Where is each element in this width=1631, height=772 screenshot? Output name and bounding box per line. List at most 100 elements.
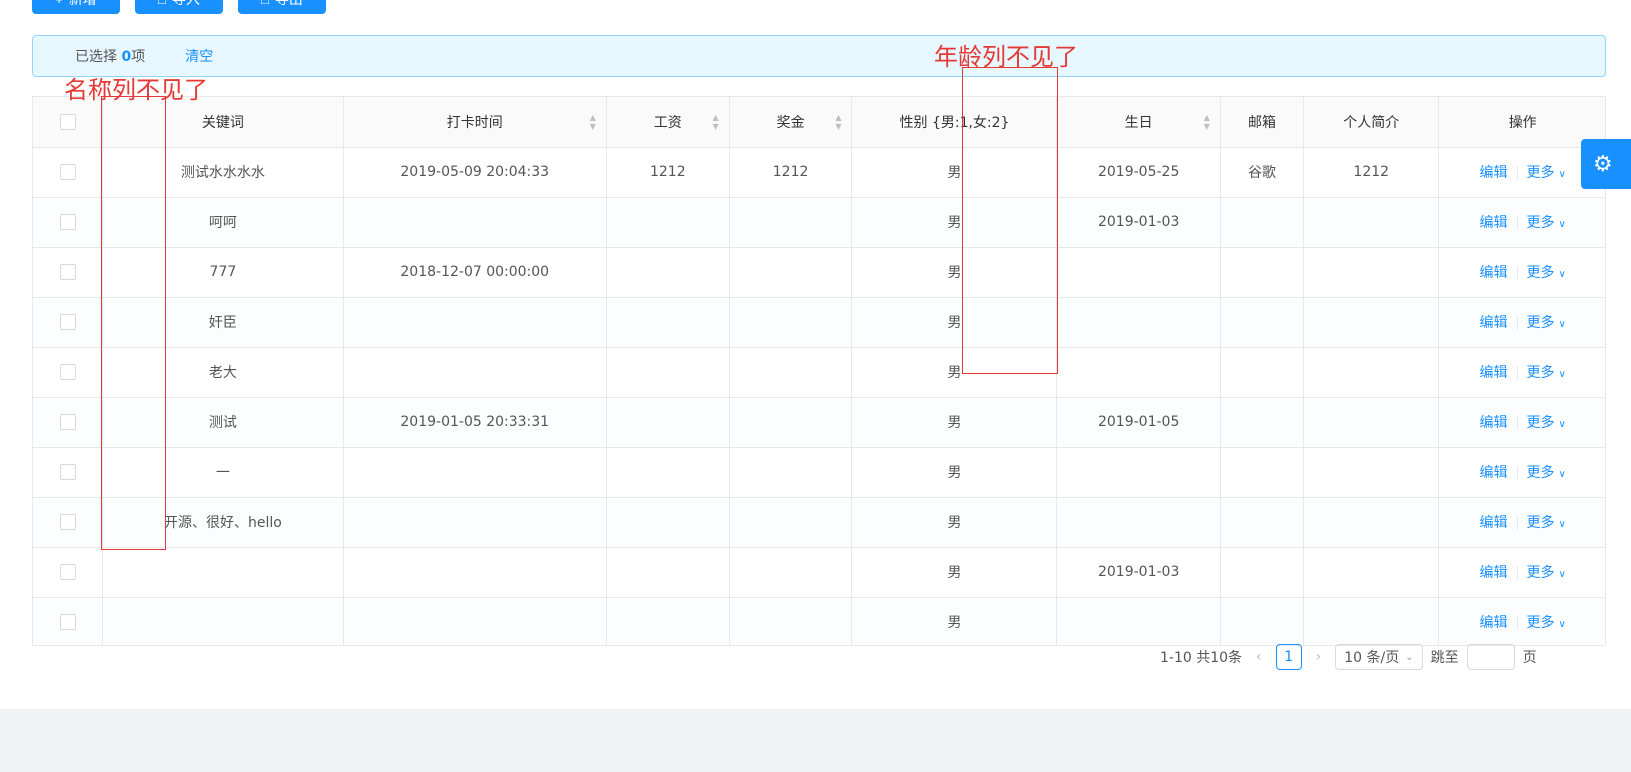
edit-link[interactable]: 编辑: [1480, 515, 1508, 531]
more-dropdown[interactable]: 更多 ∨: [1527, 565, 1566, 581]
jump-page-input[interactable]: [1466, 644, 1515, 670]
row-actions: 编辑 更多 ∨: [1438, 197, 1605, 248]
row-checkbox[interactable]: [59, 314, 76, 330]
row-checkbox[interactable]: [59, 214, 76, 230]
row-actions: 编辑 更多 ∨: [1438, 547, 1605, 598]
cell-email: [1220, 547, 1305, 598]
header-profile: 个人简介: [1303, 97, 1440, 148]
row-checkbox[interactable]: [59, 264, 76, 280]
next-page-icon[interactable]: ›: [1316, 649, 1322, 665]
edit-link[interactable]: 编辑: [1480, 315, 1508, 331]
row-actions: 编辑 更多 ∨: [1438, 247, 1605, 298]
cell-birthday: [1056, 247, 1221, 298]
edit-link[interactable]: 编辑: [1480, 165, 1508, 181]
page-item-current[interactable]: 1: [1275, 644, 1302, 670]
table-row: 测试水水水水 2019-05-09 20:04:33 1212 1212 男 2019-0…: [33, 147, 1605, 198]
row-select-cell[interactable]: [33, 497, 104, 548]
edit-link[interactable]: 编辑: [1480, 415, 1508, 431]
gear-icon: ⚙: [1593, 151, 1613, 177]
row-checkbox[interactable]: [59, 564, 76, 580]
chevron-down-icon: ∨: [1558, 419, 1566, 430]
row-select-cell[interactable]: [33, 297, 104, 348]
select-all-checkbox[interactable]: [59, 113, 76, 130]
chevron-down-icon: ∨: [1558, 569, 1566, 580]
action-divider: [1516, 216, 1518, 230]
chevron-down-icon: ∨: [1558, 369, 1566, 380]
header-punch-time[interactable]: 打卡时间 ▲ ▼: [343, 97, 607, 148]
page-size-value: 10 条/页: [1344, 650, 1400, 666]
more-dropdown[interactable]: 更多 ∨: [1527, 615, 1566, 631]
cell-salary: [606, 597, 730, 645]
plus-icon: +: [55, 0, 63, 7]
row-select-cell[interactable]: [33, 547, 104, 598]
more-label: 更多: [1526, 465, 1555, 481]
sort-icon[interactable]: ▲ ▼: [1204, 113, 1210, 130]
import-button[interactable]: □ 导入: [135, 0, 223, 14]
action-divider: [1516, 566, 1518, 580]
row-select-cell[interactable]: [33, 397, 104, 448]
prev-page-icon[interactable]: ‹: [1256, 649, 1262, 665]
row-checkbox[interactable]: [59, 514, 76, 530]
header-birthday[interactable]: 生日 ▲ ▼: [1056, 97, 1221, 148]
edit-link[interactable]: 编辑: [1480, 265, 1508, 281]
edit-link[interactable]: 编辑: [1480, 365, 1508, 381]
table-row: 开源、很好、hello 男编辑 更多 ∨: [33, 497, 1605, 548]
header-salary[interactable]: 工资 ▲ ▼: [606, 97, 730, 148]
jump-prefix: 跳至: [1430, 650, 1459, 666]
edit-link[interactable]: 编辑: [1480, 215, 1508, 231]
data-table: 关键词 打卡时间 ▲ ▼ 工资 ▲ ▼ 奖金 ▲ ▼ 性别 {男:1,女:2} 生日 ▲ ▼ 邮…: [32, 96, 1606, 646]
more-dropdown[interactable]: 更多 ∨: [1527, 215, 1566, 231]
sort-icon[interactable]: ▲ ▼: [713, 113, 719, 130]
cell-profile: [1303, 447, 1440, 498]
cell-email: [1220, 497, 1305, 548]
page-size-select[interactable]: 10 条/页 ⌄: [1335, 644, 1423, 670]
cell-birthday: 2019-01-05: [1056, 397, 1221, 448]
more-label: 更多: [1526, 565, 1555, 581]
row-checkbox[interactable]: [59, 164, 76, 180]
more-dropdown[interactable]: 更多 ∨: [1527, 365, 1566, 381]
clear-selection-link[interactable]: 清空: [185, 46, 213, 66]
row-checkbox[interactable]: [59, 464, 76, 480]
cell-birthday: 2019-01-03: [1056, 547, 1221, 598]
more-dropdown[interactable]: 更多 ∨: [1527, 265, 1566, 281]
action-divider: [1516, 466, 1518, 480]
more-label: 更多: [1526, 265, 1555, 281]
table-header-row: 关键词 打卡时间 ▲ ▼ 工资 ▲ ▼ 奖金 ▲ ▼ 性别 {男:1,女:2} 生日 ▲ ▼ 邮…: [33, 97, 1605, 148]
pagination-total: 1-10 共10条: [1160, 650, 1243, 666]
row-actions: 编辑 更多 ∨: [1438, 497, 1605, 548]
edit-link[interactable]: 编辑: [1480, 465, 1508, 481]
selection-prefix: 已选择: [75, 49, 117, 65]
more-dropdown[interactable]: 更多 ∨: [1527, 165, 1566, 181]
more-dropdown[interactable]: 更多 ∨: [1527, 465, 1566, 481]
edit-link[interactable]: 编辑: [1480, 565, 1508, 581]
settings-drawer-handle[interactable]: ⚙: [1581, 139, 1631, 189]
row-checkbox[interactable]: [59, 364, 76, 380]
cell-birthday: 2019-05-25: [1056, 147, 1221, 198]
jump-suffix: 页: [1522, 650, 1537, 666]
cell-email: [1220, 347, 1305, 398]
row-select-cell[interactable]: [33, 147, 104, 198]
more-dropdown[interactable]: 更多 ∨: [1527, 515, 1566, 531]
export-button[interactable]: □ 导出: [238, 0, 326, 14]
cell-punch-time: [343, 347, 607, 398]
more-dropdown[interactable]: 更多 ∨: [1527, 415, 1566, 431]
row-select-cell[interactable]: [33, 197, 104, 248]
selection-info: 已选择 0项: [75, 46, 145, 66]
edit-link[interactable]: 编辑: [1480, 615, 1508, 631]
sort-icon[interactable]: ▲ ▼: [835, 113, 841, 130]
header-punch-time-label: 打卡时间: [446, 114, 503, 131]
row-select-cell[interactable]: [33, 247, 104, 298]
cell-birthday: [1056, 447, 1221, 498]
sort-icon[interactable]: ▲ ▼: [590, 113, 596, 130]
row-select-cell[interactable]: [33, 597, 104, 645]
row-select-cell[interactable]: [33, 347, 104, 398]
row-checkbox[interactable]: [59, 614, 76, 630]
row-select-cell[interactable]: [33, 447, 104, 498]
table-row: 呵呵男 2019-01-03 编辑 更多 ∨: [33, 197, 1605, 248]
header-bonus[interactable]: 奖金 ▲ ▼: [729, 97, 853, 148]
more-dropdown[interactable]: 更多 ∨: [1527, 315, 1566, 331]
row-checkbox[interactable]: [59, 414, 76, 430]
add-button[interactable]: + 新增: [32, 0, 120, 14]
cell-keyword: [102, 597, 344, 645]
chevron-down-icon: ⌄: [1405, 651, 1414, 663]
